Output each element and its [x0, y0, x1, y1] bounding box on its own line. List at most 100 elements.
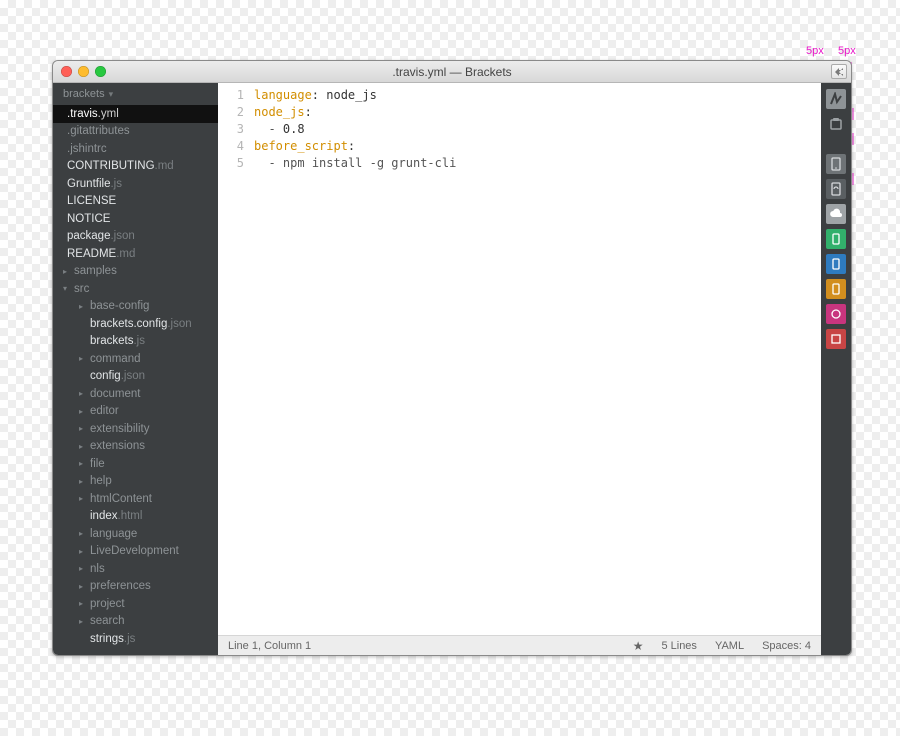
- ext-green-icon[interactable]: [826, 229, 846, 249]
- disclosure-arrow-icon: ▸: [79, 582, 87, 591]
- file-tree-item[interactable]: ▸LiveDevelopment: [53, 543, 218, 561]
- close-icon[interactable]: [61, 66, 72, 77]
- file-tree-item[interactable]: .travis.yml: [53, 105, 218, 123]
- anno-5px-a: 5px: [806, 45, 824, 57]
- file-name: Gruntfile: [67, 178, 110, 190]
- file-tree-item[interactable]: index.html: [53, 508, 218, 526]
- disclosure-arrow-icon: ▸: [79, 477, 87, 486]
- file-tree-item[interactable]: package.json: [53, 228, 218, 246]
- file-ext: .json: [121, 370, 145, 382]
- file-name: htmlContent: [90, 493, 152, 505]
- file-name: strings: [90, 633, 124, 645]
- file-tree-item[interactable]: ▸base-config: [53, 298, 218, 316]
- sync-icon[interactable]: [826, 179, 846, 199]
- status-spaces[interactable]: Spaces: 4: [762, 640, 811, 652]
- file-tree-item[interactable]: config.json: [53, 368, 218, 386]
- code-line[interactable]: - npm install -g grunt-cli: [254, 155, 821, 172]
- file-tree-item[interactable]: CONTRIBUTING.md: [53, 158, 218, 176]
- file-name: brackets.config: [90, 318, 167, 330]
- file-ext: .json: [110, 230, 134, 242]
- ext-magenta-icon[interactable]: [826, 304, 846, 324]
- line-number: 4: [218, 138, 244, 155]
- file-tree-item[interactable]: ▸search: [53, 613, 218, 631]
- file-tree-item[interactable]: NOTICE: [53, 210, 218, 228]
- device-preview-icon[interactable]: [826, 154, 846, 174]
- line-gutter: 12345: [218, 87, 254, 635]
- ext-red-icon[interactable]: [826, 329, 846, 349]
- file-tree-item[interactable]: README.md: [53, 245, 218, 263]
- code-area[interactable]: 12345 language: node_jsnode_js: - 0.8bef…: [218, 83, 821, 635]
- file-name: .jshintrc: [67, 143, 107, 155]
- code-line[interactable]: language: node_js: [254, 87, 821, 104]
- file-tree-item[interactable]: Gruntfile.js: [53, 175, 218, 193]
- code-line[interactable]: - 0.8: [254, 121, 821, 138]
- line-number: 5: [218, 155, 244, 172]
- file-tree-item[interactable]: brackets.config.json: [53, 315, 218, 333]
- file-name: nls: [90, 563, 105, 575]
- file-tree-item[interactable]: ▾src: [53, 280, 218, 298]
- fullscreen-button[interactable]: [831, 64, 847, 79]
- file-ext: .yml: [98, 108, 119, 120]
- disclosure-arrow-icon: ▸: [79, 407, 87, 416]
- file-tree-item[interactable]: ▸extensibility: [53, 420, 218, 438]
- extension-manager-icon[interactable]: [826, 114, 846, 134]
- file-name: samples: [74, 265, 117, 277]
- file-name: package: [67, 230, 110, 242]
- minimize-icon[interactable]: [78, 66, 89, 77]
- file-tree-item[interactable]: strings.js: [53, 630, 218, 648]
- file-name: .travis: [67, 108, 98, 120]
- code-line[interactable]: node_js:: [254, 104, 821, 121]
- file-tree-item[interactable]: ▸language: [53, 525, 218, 543]
- cloud-icon[interactable]: [826, 204, 846, 224]
- file-tree-item[interactable]: .gitattributes: [53, 123, 218, 141]
- file-tree-item[interactable]: .jshintrc: [53, 140, 218, 158]
- file-tree-item[interactable]: ▸preferences: [53, 578, 218, 596]
- file-tree-item[interactable]: ▸help: [53, 473, 218, 491]
- sidebar-project-header[interactable]: brackets ▾: [53, 83, 218, 105]
- file-tree-item[interactable]: ▸project: [53, 595, 218, 613]
- disclosure-arrow-icon: ▸: [79, 599, 87, 608]
- file-name: index: [90, 510, 118, 522]
- disclosure-arrow-icon: ▸: [63, 267, 71, 276]
- status-cursor: Line 1, Column 1: [228, 640, 311, 652]
- window-title: .travis.yml — Brackets: [53, 65, 851, 79]
- ext-orange-icon[interactable]: [826, 279, 846, 299]
- file-name: LICENSE: [67, 195, 116, 207]
- star-icon[interactable]: ★: [633, 639, 644, 653]
- file-name: preferences: [90, 580, 151, 592]
- file-tree-item[interactable]: brackets.js: [53, 333, 218, 351]
- file-tree-item[interactable]: ▸samples: [53, 263, 218, 281]
- file-name: project: [90, 598, 125, 610]
- file-tree[interactable]: .travis.yml.gitattributes.jshintrcCONTRI…: [53, 105, 218, 655]
- status-mode[interactable]: YAML: [715, 640, 744, 652]
- file-tree-item[interactable]: ▸extensions: [53, 438, 218, 456]
- file-name: base-config: [90, 300, 149, 312]
- zoom-icon[interactable]: [95, 66, 106, 77]
- chevron-updown-icon: ▾: [109, 89, 114, 100]
- file-tree-item[interactable]: ▸nls: [53, 560, 218, 578]
- file-name: file: [90, 458, 105, 470]
- file-tree-item[interactable]: ▸command: [53, 350, 218, 368]
- file-ext: .md: [155, 160, 174, 172]
- line-number: 1: [218, 87, 244, 104]
- file-tree-item[interactable]: ▸htmlContent: [53, 490, 218, 508]
- disclosure-arrow-icon: ▸: [79, 302, 87, 311]
- file-name: config: [90, 370, 121, 382]
- app-window: .travis.yml — Brackets brackets ▾ .travi…: [52, 60, 852, 656]
- file-name: brackets: [90, 335, 133, 347]
- file-tree-item[interactable]: LICENSE: [53, 193, 218, 211]
- file-tree-item[interactable]: ▸file: [53, 455, 218, 473]
- code-content[interactable]: language: node_jsnode_js: - 0.8before_sc…: [254, 87, 821, 635]
- file-tree-item[interactable]: ▸editor: [53, 403, 218, 421]
- file-ext: .json: [167, 318, 191, 330]
- file-tree-item[interactable]: ▸document: [53, 385, 218, 403]
- file-name: editor: [90, 405, 119, 417]
- anno-5px-b: 5px: [838, 45, 856, 57]
- titlebar[interactable]: .travis.yml — Brackets: [53, 61, 851, 83]
- disclosure-arrow-icon: ▸: [79, 617, 87, 626]
- code-line[interactable]: before_script:: [254, 138, 821, 155]
- status-lines: 5 Lines: [661, 640, 696, 652]
- file-name: language: [90, 528, 137, 540]
- ext-blue-icon[interactable]: [826, 254, 846, 274]
- live-preview-icon[interactable]: [826, 89, 846, 109]
